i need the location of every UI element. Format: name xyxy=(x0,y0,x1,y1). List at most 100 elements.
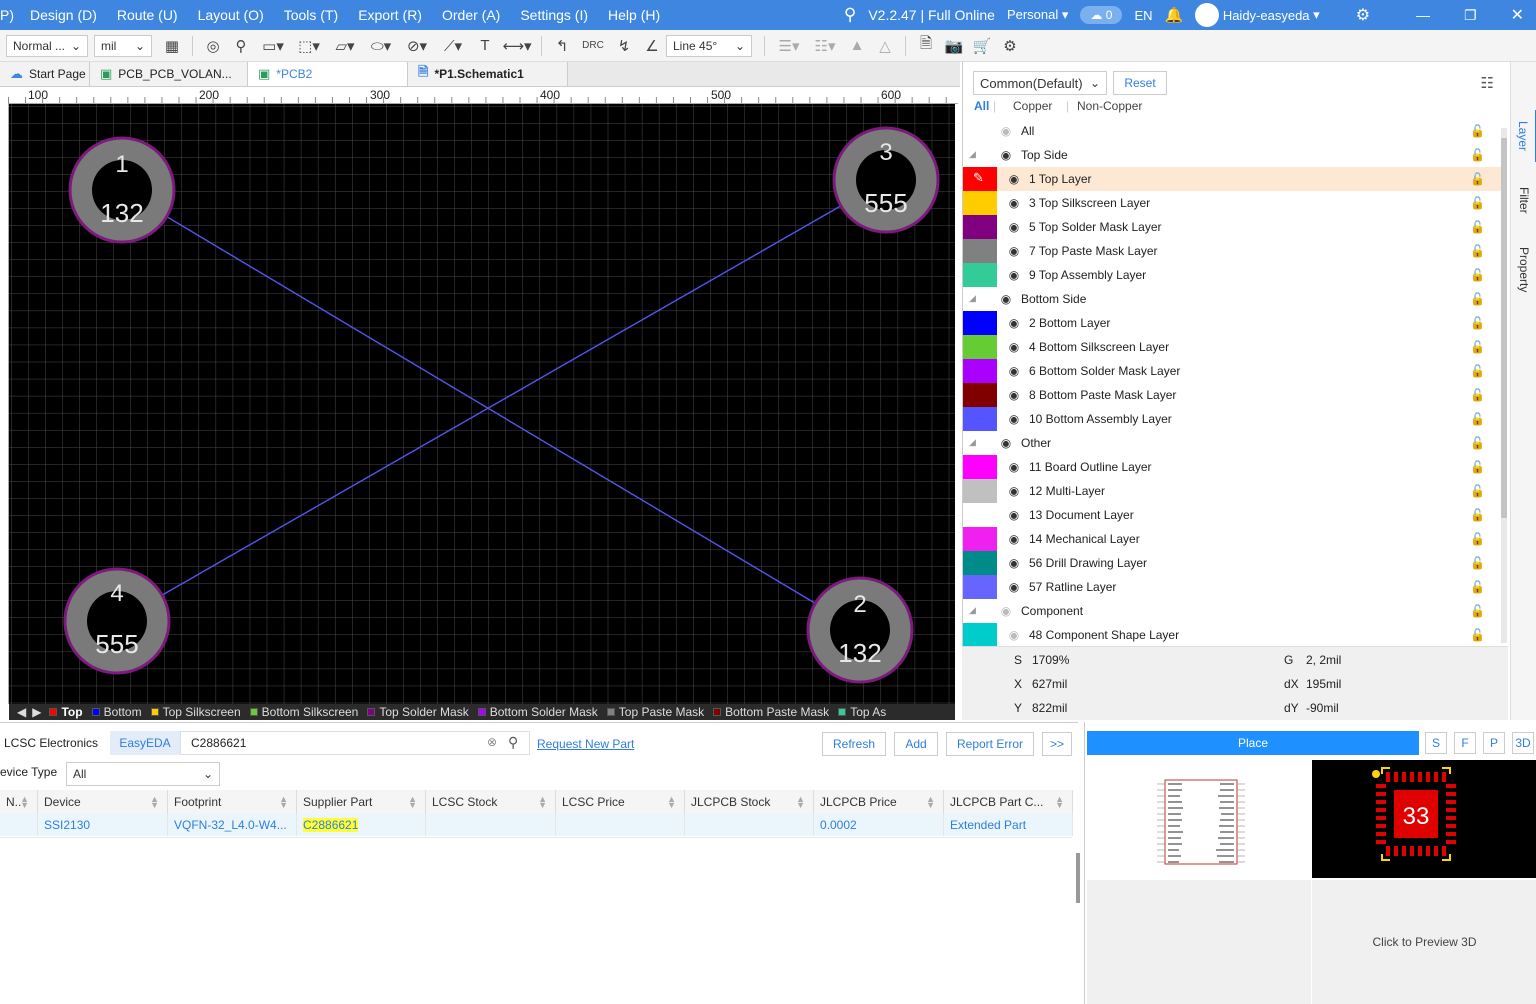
collapse-triangle-icon[interactable]: ◢ xyxy=(963,287,997,304)
eye-icon[interactable]: ◉ xyxy=(1005,196,1023,210)
layer-group-row[interactable]: ◢ ◉ Component 🔓 xyxy=(963,599,1501,623)
route-angle-select[interactable]: Line 45° ⌄ xyxy=(666,34,752,57)
layer-color-swatch[interactable] xyxy=(963,407,997,431)
layer-color-swatch[interactable] xyxy=(963,239,997,263)
eye-icon[interactable]: ◉ xyxy=(1005,532,1023,546)
polygon-icon[interactable]: ▱▾ xyxy=(330,35,360,57)
layer-group-row[interactable]: ◢ ◉ Bottom Side 🔓 xyxy=(963,287,1501,311)
layer-color-swatch[interactable] xyxy=(963,527,997,551)
lock-icon[interactable]: 🔓 xyxy=(1470,292,1485,306)
eye-icon[interactable]: ◉ xyxy=(1005,484,1023,498)
eye-icon[interactable]: ◉ xyxy=(997,148,1015,162)
pad-4[interactable]: 4 555 xyxy=(63,567,171,675)
layerbar-item[interactable]: Top Paste Mask xyxy=(606,705,704,719)
tab-layer[interactable]: Layer xyxy=(1511,110,1536,162)
table-cell[interactable] xyxy=(685,814,814,836)
lock-icon[interactable]: 🔓 xyxy=(1470,556,1485,570)
layer-color-swatch[interactable] xyxy=(963,551,997,575)
tab-filter[interactable]: Filter xyxy=(1511,174,1536,226)
layerbar-item[interactable]: Top Silkscreen xyxy=(150,705,241,719)
layer-row[interactable]: ◉ 57 Ratline Layer 🔓 xyxy=(963,575,1501,599)
drc-button[interactable]: DRC xyxy=(579,35,607,57)
search-icon[interactable]: ⚲ xyxy=(844,5,856,25)
menu-item-design[interactable]: Design (D) xyxy=(20,7,107,23)
menu-item-layout[interactable]: Layout (O) xyxy=(188,7,274,23)
layer-color-swatch[interactable] xyxy=(963,359,997,383)
tab-start-page[interactable]: ☁ Start Page xyxy=(0,62,90,86)
pcb-canvas[interactable]: 1 132 3 555 4 555 2 132 xyxy=(9,104,955,704)
layerbar-item[interactable]: Top As xyxy=(838,705,886,719)
tab-property[interactable]: Property xyxy=(1511,238,1536,302)
ellipse-icon[interactable]: ⬭▾ xyxy=(366,35,396,57)
layer-preset-select[interactable]: Common(Default) ⌄ xyxy=(973,71,1107,95)
chevron-left-icon[interactable]: ◀ xyxy=(17,705,26,719)
report-error-button[interactable]: Report Error xyxy=(946,732,1034,756)
place-button[interactable]: Place xyxy=(1087,731,1419,755)
lock-icon[interactable]: 🔓 xyxy=(1470,316,1485,330)
collapse-triangle-icon[interactable]: ◢ xyxy=(963,143,997,160)
eye-icon[interactable]: ◉ xyxy=(1005,412,1023,426)
sort-icon[interactable]: ▲ ▼ xyxy=(279,795,288,810)
mode-select[interactable]: Normal ... ⌄ xyxy=(6,34,88,57)
column-header[interactable]: N.. ▲ ▼ xyxy=(0,790,38,814)
column-header[interactable]: JLCPCB Part C... ▲ ▼ xyxy=(944,790,1073,814)
column-header[interactable]: Footprint ▲ ▼ xyxy=(168,790,297,814)
filter-non-copper[interactable]: Non-Copper xyxy=(1077,99,1142,113)
layer-row[interactable]: ◉ 7 Top Paste Mask Layer 🔓 xyxy=(963,239,1501,263)
user-menu[interactable]: Haidy-easyeda ▾ xyxy=(1195,3,1320,27)
reset-button[interactable]: Reset xyxy=(1113,71,1167,95)
pad-1[interactable]: 1 132 xyxy=(68,136,176,244)
line-icon[interactable]: ⟋▾ xyxy=(438,35,468,57)
more-button[interactable]: >> xyxy=(1042,732,1072,756)
layerbar-item[interactable]: Bottom xyxy=(91,705,142,719)
no-connect-icon[interactable]: ⊘▾ xyxy=(402,35,432,57)
scrollbar[interactable] xyxy=(1501,128,1507,643)
layer-row[interactable]: ◉ 6 Bottom Solder Mask Layer 🔓 xyxy=(963,359,1501,383)
layer-color-swatch[interactable] xyxy=(963,575,997,599)
layer-color-swatch[interactable] xyxy=(963,503,997,527)
layer-color-swatch[interactable] xyxy=(963,191,997,215)
text-icon[interactable]: T xyxy=(474,35,496,57)
tab-easyeda[interactable]: EasyEDA xyxy=(110,731,180,755)
gear-icon[interactable]: ⚙ xyxy=(1356,5,1370,25)
preview-3d-button[interactable]: Click to Preview 3D xyxy=(1312,880,1536,1004)
layer-color-swatch[interactable] xyxy=(963,311,997,335)
lock-icon[interactable]: 🔓 xyxy=(1470,628,1485,642)
diff-pair-icon[interactable]: ↯ xyxy=(613,35,635,57)
eye-icon[interactable]: ◉ xyxy=(1005,340,1023,354)
close-icon[interactable]: ✕ xyxy=(1511,5,1524,25)
layer-row[interactable]: ◉ 9 Top Assembly Layer 🔓 xyxy=(963,263,1501,287)
lock-icon[interactable]: 🔓 xyxy=(1470,532,1485,546)
lock-icon[interactable]: 🔓 xyxy=(1470,268,1485,282)
tab-lcsc-electronics[interactable]: LCSC Electronics xyxy=(0,731,110,755)
eye-icon[interactable]: ◉ xyxy=(1005,628,1023,642)
collapse-triangle-icon[interactable]: ◢ xyxy=(963,431,997,448)
lock-icon[interactable]: 🔓 xyxy=(1470,436,1485,450)
symbol-preview[interactable] xyxy=(1087,760,1311,878)
refresh-button[interactable]: Refresh xyxy=(822,732,886,756)
menu-item-export[interactable]: Export (R) xyxy=(348,7,432,23)
via-icon[interactable]: ⚲ xyxy=(230,35,252,57)
layer-group-row[interactable]: ◢ ◉ Top Side 🔓 xyxy=(963,143,1501,167)
lock-icon[interactable]: 🔓 xyxy=(1470,604,1485,618)
region-icon[interactable]: ⬚▾ xyxy=(294,35,324,57)
layer-row[interactable]: ✎ ◉ 1 Top Layer 🔓 xyxy=(963,167,1501,191)
footprint-preview[interactable]: 33 xyxy=(1312,760,1536,878)
table-cell[interactable] xyxy=(556,814,685,836)
column-header[interactable]: Device ▲ ▼ xyxy=(38,790,168,814)
grid-icon[interactable]: ▦ xyxy=(161,35,183,57)
bell-icon[interactable]: 🔔 xyxy=(1165,6,1184,24)
lock-icon[interactable]: 🔓 xyxy=(1470,364,1485,378)
lock-icon[interactable]: 🔓 xyxy=(1470,196,1485,210)
view-footprint-button[interactable]: F xyxy=(1454,732,1476,754)
scrollbar-thumb[interactable] xyxy=(1501,138,1507,518)
layer-row[interactable]: ◉ 56 Drill Drawing Layer 🔓 xyxy=(963,551,1501,575)
layer-row[interactable]: ◉ 8 Bottom Paste Mask Layer 🔓 xyxy=(963,383,1501,407)
collapse-triangle-icon[interactable]: ◢ xyxy=(963,599,997,616)
layer-group-row[interactable]: ◢ ◉ Other 🔓 xyxy=(963,431,1501,455)
layer-row[interactable]: ◉ 13 Document Layer 🔓 xyxy=(963,503,1501,527)
eye-icon[interactable]: ◉ xyxy=(1005,508,1023,522)
filter-all[interactable]: All xyxy=(974,99,989,113)
layer-color-swatch[interactable]: ✎ xyxy=(963,167,997,191)
lock-icon[interactable]: 🔓 xyxy=(1470,460,1485,474)
